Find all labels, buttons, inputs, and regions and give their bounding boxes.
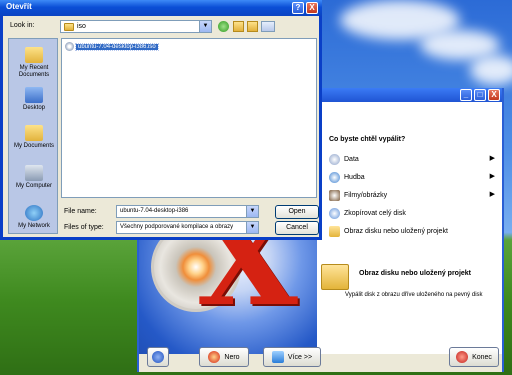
my-network-icon [25,205,43,221]
nero-button-label: Nero [224,353,240,361]
music-icon [329,171,340,183]
list-item[interactable]: ubuntu-7.04-desktop-i386.iso [65,42,159,51]
more-icon [271,351,284,363]
up-folder-icon[interactable] [233,21,244,32]
burn-options-panel: Co byste chtěl vypálit? Data ▶ Hudba ▶ F… [317,102,502,354]
place-desktop[interactable]: Desktop [9,87,59,112]
place-label: Desktop [22,105,45,111]
dialog-titlebar[interactable]: Otevřít ? X [0,0,322,16]
place-label: My Documents [13,143,54,149]
iso-file-icon [65,42,74,51]
menu-item-copy-disc[interactable]: Zkopírovat celý disk [329,206,497,220]
look-in-dropdown[interactable]: iso ▼ [60,20,212,33]
look-in-label: Look in: [10,22,35,29]
back-icon[interactable] [218,21,229,32]
help-button[interactable] [147,347,169,367]
file-name-label: File name: [64,208,97,215]
menu-item-data[interactable]: Data ▶ [329,152,497,166]
menu-item-disc-image[interactable]: Obraz disku nebo uložený projekt [329,224,497,238]
file-type-dropdown[interactable]: Všechny podporované kompilace a obrazy ▼ [116,221,259,234]
place-my-computer[interactable]: My Computer [9,165,59,190]
folder-icon [64,22,74,31]
help-button[interactable]: ? [292,2,304,14]
menu-item-label: Data [344,155,359,163]
file-name-value: ubuntu-7.04-desktop-i386 [120,208,189,214]
submenu-arrow-icon: ▶ [489,155,495,162]
file-name: ubuntu-7.04-desktop-i386.iso [75,42,159,51]
chevron-down-icon[interactable]: ▼ [246,206,258,217]
open-button[interactable]: Open [275,205,319,219]
place-label: My Recent Documents [18,65,50,78]
panel-title: Co byste chtěl vypálit? [329,136,406,143]
section-title: Obraz disku nebo uložený projekt [359,270,472,277]
chevron-down-icon[interactable]: ▼ [246,222,258,233]
cancel-button[interactable]: Cancel [275,221,319,235]
cloud [470,55,512,85]
menu-item-film[interactable]: Filmy/obrázky ▶ [329,188,497,202]
place-label: My Computer [15,183,52,189]
menu-item-label: Zkopírovat celý disk [344,209,406,217]
place-recent-documents[interactable]: My Recent Documents [9,47,59,79]
menu-item-label: Hudba [344,173,365,181]
help-icon [152,351,164,363]
more-button-label: Více >> [287,353,313,361]
exit-button[interactable]: Konec [449,347,499,367]
menu-item-label: Obraz disku nebo uložený projekt [344,227,448,235]
chevron-down-icon[interactable]: ▼ [199,21,211,32]
section-description: Vypálit disk z obrazu dříve uloženého na… [345,292,483,298]
exit-icon [456,351,469,363]
exit-button-label: Konec [472,353,492,361]
menu-item-music[interactable]: Hudba ▶ [329,170,497,184]
place-my-documents[interactable]: My Documents [9,125,59,150]
film-icon [329,189,340,201]
places-bar: My Recent Documents Desktop My Documents… [8,38,58,234]
open-file-dialog: Otevřít ? X Look in: iso ▼ My Recent Doc… [0,0,322,240]
file-type-value: Všechny podporované kompilace a obrazy [120,224,234,230]
disc-image-large-icon [321,264,349,290]
nero-button[interactable]: Nero [199,347,249,367]
minimize-button[interactable]: _ [460,89,472,101]
data-icon [329,153,340,165]
new-folder-icon[interactable] [247,21,258,32]
submenu-arrow-icon: ▶ [489,191,495,198]
submenu-arrow-icon: ▶ [489,173,495,180]
look-in-value: iso [77,23,86,30]
disc-image-icon [329,225,340,237]
place-my-network[interactable]: My Network [9,205,59,230]
my-documents-icon [25,125,43,141]
desktop-icon [25,87,43,103]
nero-icon [208,351,221,363]
file-list[interactable]: ubuntu-7.04-desktop-i386.iso [61,38,317,198]
close-button[interactable]: X [306,2,318,14]
dialog-title: Otevřít [6,2,32,11]
file-name-input[interactable]: ubuntu-7.04-desktop-i386 ▼ [116,205,259,218]
copy-disc-icon [329,207,340,219]
my-computer-icon [25,165,43,181]
close-button[interactable]: X [488,89,500,101]
menu-item-label: Filmy/obrázky [344,191,388,199]
recent-documents-icon [25,47,43,63]
place-label: My Network [18,223,50,229]
file-type-label: Files of type: [64,224,104,231]
views-menu-icon[interactable] [261,21,275,32]
more-button[interactable]: Více >> [263,347,321,367]
maximize-button[interactable]: □ [474,89,486,101]
